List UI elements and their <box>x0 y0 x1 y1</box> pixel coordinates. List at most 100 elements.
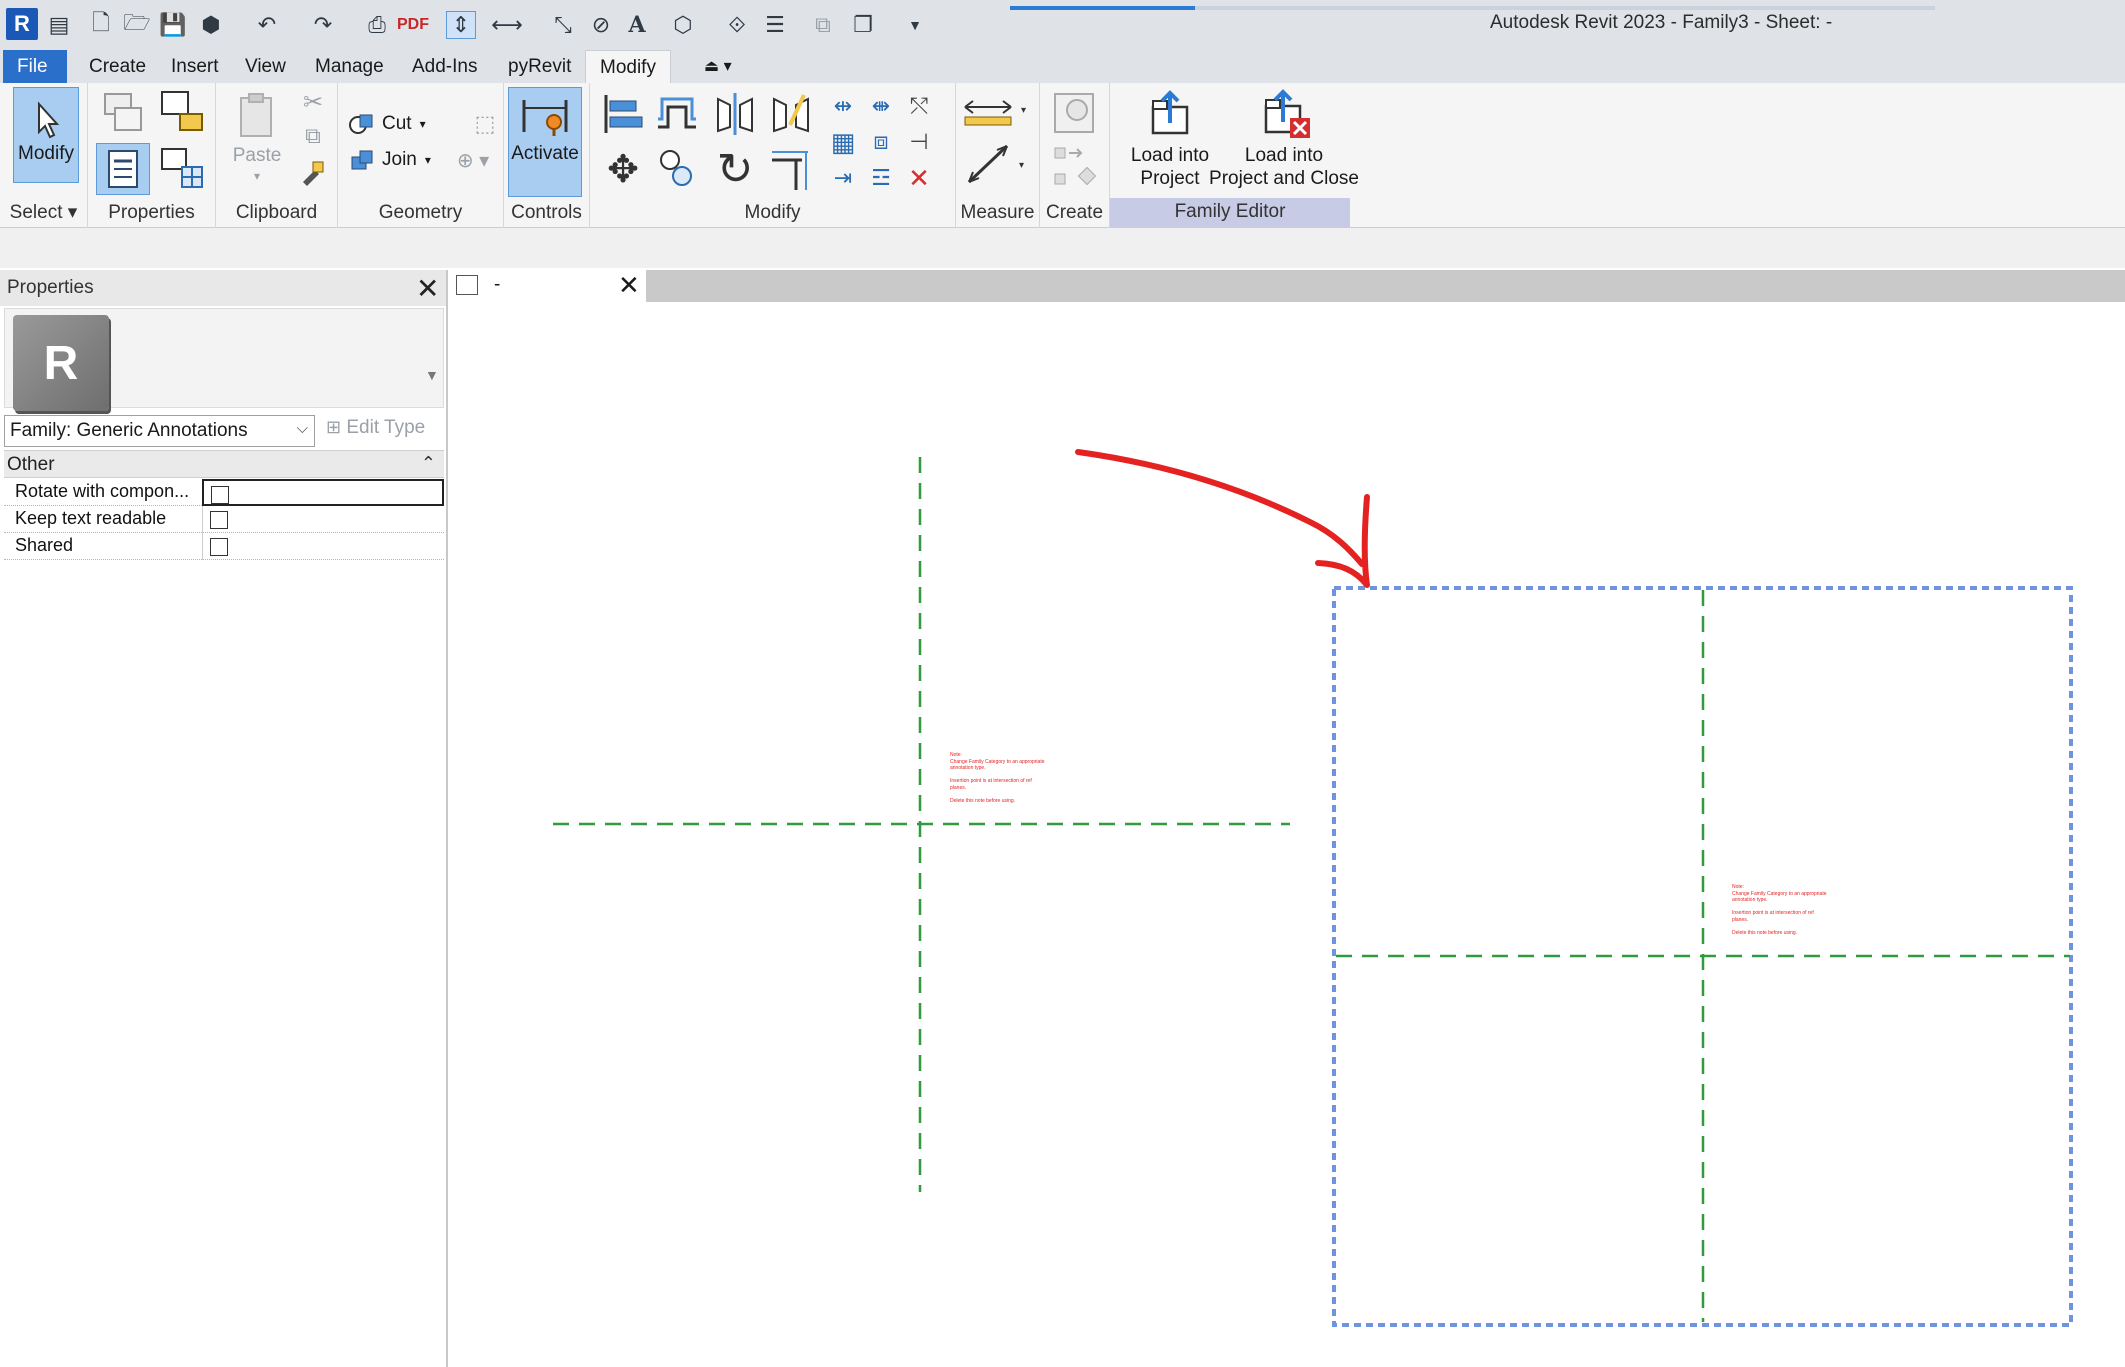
tab-pyrevit[interactable]: pyRevit <box>494 50 585 83</box>
trim-single-icon[interactable]: ⇥ <box>826 163 860 193</box>
cut-geometry-button[interactable]: Cut ▾ <box>348 109 466 139</box>
3d-view-icon[interactable]: ⬡ <box>668 11 698 39</box>
collapse-icon[interactable]: ⌃ <box>421 453 436 474</box>
measure-icon[interactable]: ⇕ <box>446 11 476 39</box>
type-properties-icon[interactable] <box>156 143 208 195</box>
sync-icon[interactable]: ⬢ <box>196 11 226 39</box>
tab-create[interactable]: Create <box>75 50 160 83</box>
property-value[interactable] <box>202 479 444 506</box>
split-face-icon[interactable]: ⊕ ▾ <box>444 145 502 175</box>
copy-icon[interactable]: ⧉ <box>296 121 330 151</box>
mirror-pick-axis-icon[interactable] <box>710 89 760 139</box>
switch-windows-icon[interactable]: ❐ <box>848 11 878 39</box>
revit-app-icon[interactable]: R <box>6 8 38 40</box>
trim-multiple-icon[interactable]: ☲ <box>864 163 898 193</box>
ribbon: Modify Select ▾ Properties Paste ▾ ✂ ⧉ C… <box>0 83 2125 228</box>
tab-insert[interactable]: Insert <box>157 50 233 83</box>
move-icon[interactable]: ✥ <box>598 143 648 195</box>
rotate-icon[interactable]: ↻ <box>710 143 760 195</box>
panel-properties: Properties <box>88 83 216 228</box>
array-icon[interactable]: ▦ <box>826 127 860 157</box>
activate-button[interactable] <box>508 87 582 197</box>
ribbon-minimize-icon[interactable]: ⏏ ▾ <box>690 50 746 83</box>
paste-label: Paste <box>232 145 282 166</box>
pdf-export-icon[interactable]: PDF <box>397 11 429 39</box>
progress-track <box>1195 6 1935 10</box>
copy-element-icon[interactable] <box>652 143 702 195</box>
align-icon[interactable] <box>598 89 648 139</box>
keep-text-readable-checkbox[interactable] <box>210 511 228 529</box>
property-name: Keep text readable <box>15 508 167 528</box>
scale-icon[interactable]: ⧈ <box>864 127 898 157</box>
tab-view[interactable]: View <box>231 50 300 83</box>
paste-caret[interactable]: ▾ <box>226 169 288 183</box>
trim-extend-corner-icon[interactable] <box>766 143 816 195</box>
new-icon[interactable]: 🗋 <box>86 10 116 39</box>
aligned-dimension-icon[interactable]: ▾ <box>960 139 1032 189</box>
load-into-project-and-close-button[interactable]: Load into Project and Close <box>1200 144 1368 190</box>
section-icon[interactable]: ⟐ <box>722 11 752 39</box>
note-text[interactable]: Note: Change Family Category to an appro… <box>950 752 1045 804</box>
create-group-icon[interactable] <box>1048 89 1100 137</box>
chevron-down-icon[interactable]: ▼ <box>425 367 439 383</box>
note-text[interactable]: Note: Change Family Category to an appro… <box>1732 884 1827 936</box>
properties-toggle-button[interactable] <box>96 143 150 195</box>
create-similar-icon[interactable] <box>1048 143 1100 191</box>
load-into-project-icon[interactable] <box>1128 87 1212 141</box>
property-row: Keep text readable <box>4 506 444 533</box>
modify-button[interactable] <box>13 87 79 183</box>
view-tab-strip: - ✕ <box>450 270 2125 302</box>
aligned-dimension-icon[interactable]: ⟷ <box>491 11 523 39</box>
measure-between-icon[interactable]: ▾ <box>960 93 1032 133</box>
load-into-project-and-close-icon[interactable] <box>1244 87 1328 141</box>
tag-icon[interactable]: ⊘ <box>586 11 616 39</box>
paste-icon[interactable] <box>230 89 284 141</box>
cut-icon[interactable]: ✂ <box>296 87 330 117</box>
align-icon[interactable]: ⤡ <box>548 11 578 39</box>
drawing-canvas[interactable]: Note: Change Family Category to an appro… <box>450 302 2125 1367</box>
shared-checkbox[interactable] <box>210 538 228 556</box>
mirror-draw-axis-icon[interactable] <box>766 89 816 139</box>
paint-icon[interactable]: ⬚ <box>470 109 500 139</box>
family-filter-select[interactable]: Family: Generic Annotations ⌵ <box>4 415 315 447</box>
panel-geometry: Cut ▾ Join ▾ ⬚ ⊕ ▾ Geometry <box>338 83 504 228</box>
split-gap-icon[interactable]: ⇼ <box>864 91 898 121</box>
property-value[interactable] <box>202 506 444 533</box>
family-types-icon[interactable] <box>98 89 148 135</box>
family-category-icon[interactable] <box>156 87 208 137</box>
open-documents-icon[interactable]: ▤ <box>44 11 74 39</box>
undo-icon[interactable]: ↶ <box>252 11 282 39</box>
close-icon[interactable]: ✕ <box>416 272 439 305</box>
tab-file[interactable]: File <box>3 50 67 83</box>
text-icon[interactable]: A <box>622 11 652 39</box>
redo-icon[interactable]: ↷ <box>308 11 338 39</box>
progress-bar <box>1010 6 1195 10</box>
unpin-icon[interactable]: ⤲ <box>902 91 936 121</box>
property-value[interactable] <box>202 533 444 560</box>
rotate-with-component-checkbox[interactable] <box>211 486 229 504</box>
drawing-svg <box>553 449 2073 1327</box>
select-dropdown[interactable]: Select ▾ <box>0 201 87 224</box>
open-icon[interactable]: 🗁 <box>122 10 152 39</box>
print-icon[interactable]: ⎙ <box>362 11 392 39</box>
tab-manage[interactable]: Manage <box>301 50 398 83</box>
save-icon[interactable]: 💾 <box>158 11 188 39</box>
properties-palette: Properties ✕ R ▼ Family: Generic Annotat… <box>0 270 448 1367</box>
activate-label: Activate <box>511 143 579 164</box>
offset-icon[interactable] <box>652 89 702 139</box>
match-properties-icon[interactable] <box>296 155 330 189</box>
tab-add-ins[interactable]: Add-Ins <box>398 50 491 83</box>
close-icon[interactable]: ✕ <box>618 270 640 301</box>
controls-panel-label: Controls <box>511 202 582 223</box>
edit-type-button[interactable]: ⊞ Edit Type <box>326 417 425 439</box>
split-element-icon[interactable]: ⇹ <box>826 91 860 121</box>
type-selector[interactable]: R ▼ <box>4 308 444 411</box>
view-tab[interactable]: - ✕ <box>450 270 646 302</box>
pin-icon[interactable]: ⊣ <box>902 127 936 157</box>
property-category-row[interactable]: Other ⌃ <box>4 450 444 478</box>
customize-icon[interactable]: ▼ <box>900 11 930 39</box>
close-hidden-icon[interactable]: ⧉ <box>808 11 838 39</box>
delete-icon[interactable]: ✕ <box>902 163 936 193</box>
tab-modify[interactable]: Modify <box>585 50 671 83</box>
thin-lines-icon[interactable]: ☰ <box>760 11 790 39</box>
